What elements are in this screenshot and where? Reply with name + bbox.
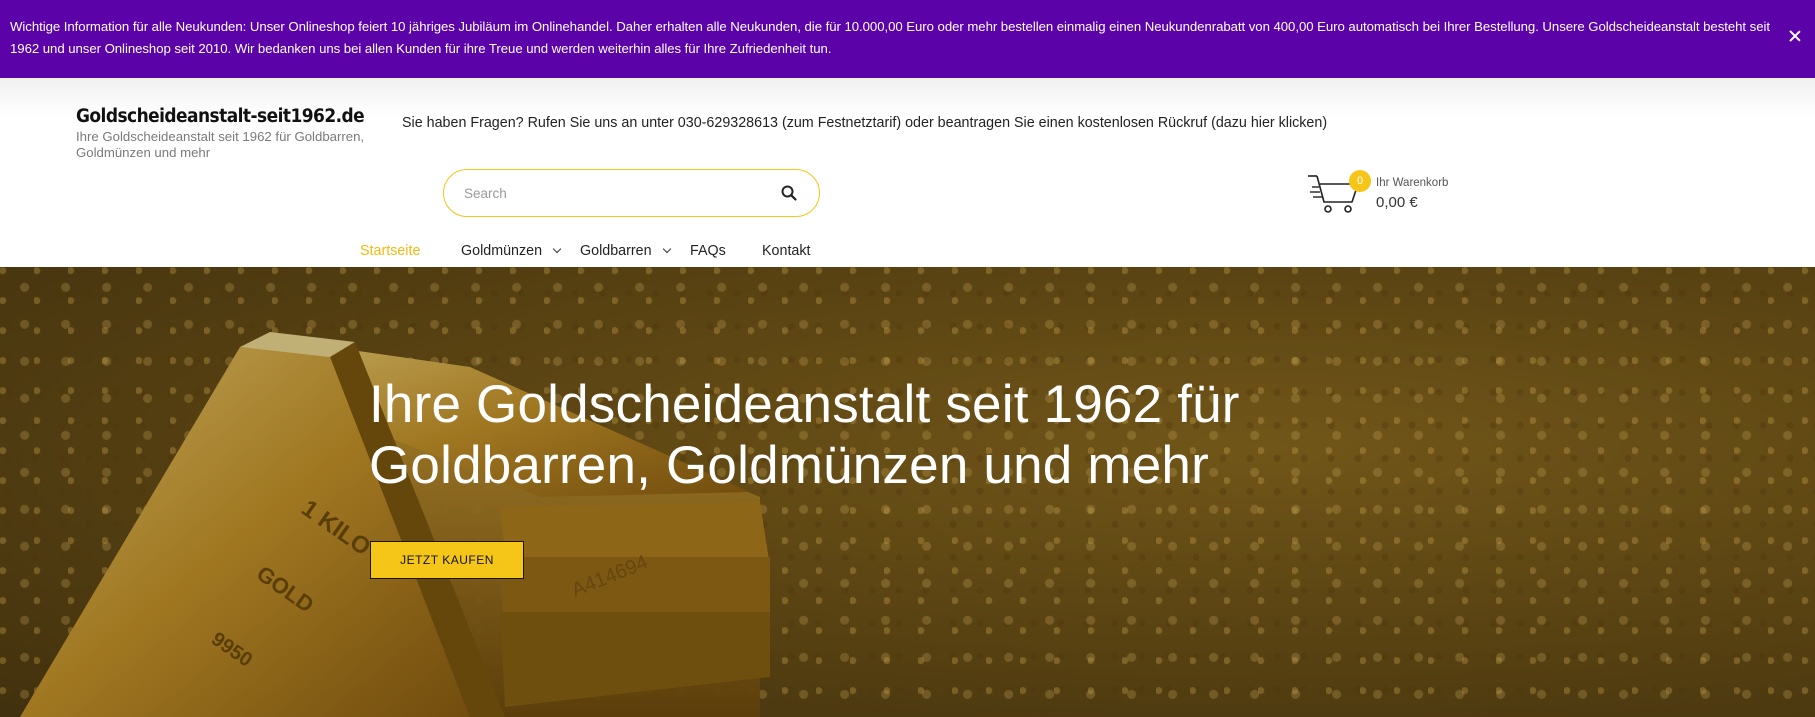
search-box (443, 169, 820, 217)
nav-item-label: Kontakt (762, 243, 811, 259)
nav-item-label: FAQs (690, 243, 726, 259)
notice-banner: Wichtige Information für alle Neukunden:… (0, 0, 1815, 78)
close-icon[interactable] (1787, 28, 1803, 44)
nav-item-label: Goldmünzen (461, 243, 543, 259)
cart-count-badge: 0 (1349, 170, 1371, 192)
nav-item-kontakt[interactable]: Kontakt (762, 241, 810, 261)
cart-widget[interactable]: 0 Ihr Warenkorb 0,00 € (1308, 170, 1458, 220)
nav-item-startseite[interactable]: Startseite (360, 241, 420, 261)
nav-item-goldbarren[interactable]: Goldbarren (580, 241, 671, 261)
buy-now-button[interactable]: JETZT KAUFEN (370, 541, 524, 579)
cart-label: Ihr Warenkorb (1376, 177, 1449, 189)
cart-total: 0,00 € (1376, 194, 1418, 211)
search-icon[interactable] (781, 185, 797, 201)
logo-title: Goldscheideanstalt-seit1962.de (76, 106, 365, 127)
nav-item-goldmuenzen[interactable]: Goldmünzen (461, 241, 562, 261)
nav-item-label: Goldbarren (580, 243, 652, 259)
chevron-down-icon (662, 244, 671, 254)
logo-tagline: Ihre Goldscheideanstalt seit 1962 für Go… (76, 129, 365, 160)
search-input[interactable] (464, 182, 764, 204)
hero-banner: 1 KILO GOLD 9950 A414694 Ihre Goldscheid… (0, 267, 1815, 717)
logo[interactable]: Goldscheideanstalt-seit1962.de Ihre Gold… (76, 106, 389, 161)
nav-item-faqs[interactable]: FAQs (690, 241, 726, 261)
contact-callback-link[interactable]: Sie haben Fragen? Rufen Sie uns an unter… (402, 115, 1327, 131)
notice-text: Wichtige Information für alle Neukunden:… (10, 19, 1770, 56)
hero-title: Ihre Goldscheideanstalt seit 1962 für Go… (369, 375, 1240, 495)
chevron-down-icon (552, 244, 562, 254)
site-header: Goldscheideanstalt-seit1962.de Ihre Gold… (0, 78, 1815, 267)
nav-item-label: Startseite (360, 243, 421, 259)
